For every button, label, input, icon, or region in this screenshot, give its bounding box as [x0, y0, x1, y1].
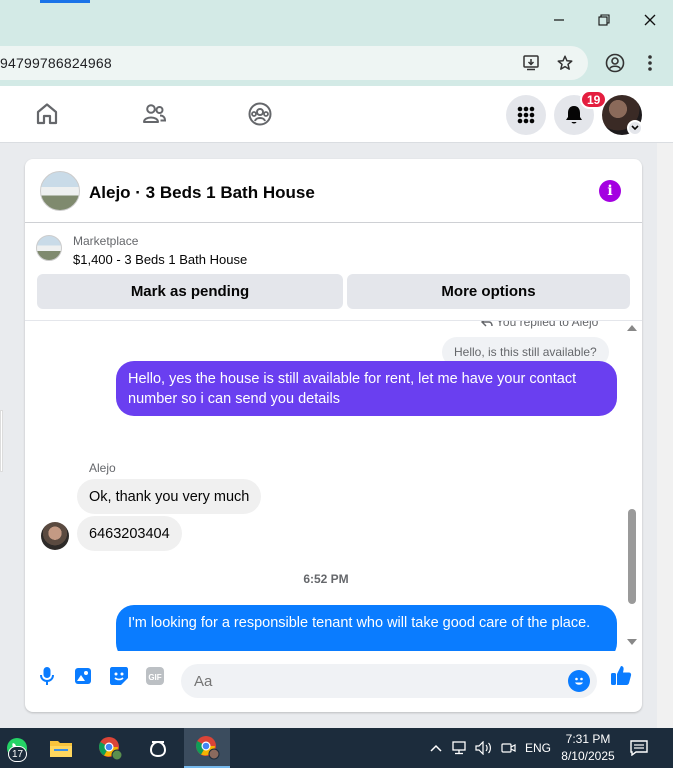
more-options-button[interactable]: More options: [347, 274, 630, 309]
whatsapp-icon[interactable]: 17: [0, 728, 40, 768]
time-separator: 6:52 PM: [303, 572, 349, 586]
restore-icon[interactable]: [591, 8, 617, 32]
emoji-icon[interactable]: [568, 670, 590, 692]
groups-icon[interactable]: [246, 100, 274, 128]
volume-icon[interactable]: [475, 738, 493, 758]
mark-as-pending-button[interactable]: Mark as pending: [37, 274, 343, 309]
thumbs-up-icon[interactable]: [609, 663, 633, 687]
file-explorer-icon[interactable]: [38, 728, 84, 768]
chevron-down-icon[interactable]: [627, 120, 643, 136]
whatsapp-badge: 17: [8, 746, 28, 762]
menu-dots-icon[interactable]: [640, 52, 660, 74]
info-icon[interactable]: i: [599, 180, 621, 202]
scroll-up-arrow[interactable]: [627, 325, 637, 331]
clock[interactable]: 7:31 PM 8/10/2025: [556, 731, 620, 765]
language-indicator[interactable]: ENG: [525, 741, 551, 755]
bookmark-star-icon[interactable]: [555, 53, 575, 73]
active-tab-indicator: [40, 0, 90, 3]
left-card-edge: [0, 410, 3, 472]
chat-header: Alejo · 3 Beds 1 Bath House i: [25, 159, 642, 223]
profile-icon[interactable]: [604, 52, 626, 74]
message-composer: GIF: [25, 651, 642, 712]
listing-source: Marketplace: [73, 234, 139, 248]
sticker-icon[interactable]: [108, 665, 130, 687]
message-input[interactable]: [181, 664, 597, 698]
reply-arrow-icon: [480, 321, 493, 327]
sender-avatar[interactable]: [41, 522, 69, 550]
clock-date: 8/10/2025: [561, 749, 615, 763]
chrome-profile-icon[interactable]: [87, 728, 133, 768]
incoming-message[interactable]: 6463203404: [77, 516, 182, 551]
copilot-icon[interactable]: [135, 728, 181, 768]
clock-time: 7:31 PM: [565, 732, 611, 746]
taskbar: 17 ENG 7:31 PM 8/10/2025: [0, 728, 673, 768]
facebook-top-nav: [0, 86, 673, 143]
menu-grid-icon[interactable]: [506, 95, 546, 135]
listing-avatar[interactable]: [40, 171, 80, 211]
message-list: You replied to Alejo Hello, is this stil…: [25, 321, 642, 651]
sender-name: Alejo: [89, 461, 116, 475]
listing-banner: Marketplace $1,400 - 3 Beds 1 Bath House…: [25, 223, 642, 321]
replied-note-text: You replied to Alejo: [496, 321, 599, 329]
omnibox[interactable]: 94799786824968: [0, 46, 588, 80]
image-icon[interactable]: [72, 665, 94, 687]
minimize-icon[interactable]: [546, 8, 572, 32]
chat-title[interactable]: Alejo · 3 Beds 1 Bath House: [89, 183, 315, 203]
microphone-icon[interactable]: [36, 665, 58, 687]
chat-window: Alejo · 3 Beds 1 Bath House i Marketplac…: [25, 159, 642, 712]
listing-thumbnail[interactable]: [36, 235, 62, 261]
install-app-icon[interactable]: [522, 53, 542, 73]
home-icon[interactable]: [33, 100, 61, 128]
browser-titlebar: [0, 0, 673, 40]
tray-chevron-up-icon[interactable]: [427, 738, 445, 758]
url-text[interactable]: 94799786824968: [0, 55, 112, 71]
message-scroll-thumb[interactable]: [628, 509, 636, 604]
outgoing-message[interactable]: Hello, yes the house is still available …: [116, 361, 617, 416]
address-bar-row: 94799786824968: [0, 40, 673, 86]
replied-note: You replied to Alejo: [480, 321, 599, 329]
outgoing-message[interactable]: I'm looking for a responsible tenant who…: [116, 605, 617, 651]
gif-label: GIF: [148, 673, 161, 682]
listing-title[interactable]: $1,400 - 3 Beds 1 Bath House: [73, 252, 247, 267]
close-icon[interactable]: [637, 8, 663, 32]
chrome-active-icon[interactable]: [184, 728, 230, 768]
notification-center-icon[interactable]: [630, 738, 648, 758]
friends-icon[interactable]: [140, 100, 168, 128]
scroll-down-arrow[interactable]: [627, 639, 637, 645]
network-icon[interactable]: [451, 738, 469, 758]
page-scrollbar[interactable]: [657, 143, 673, 728]
gif-icon[interactable]: GIF: [144, 665, 166, 687]
camera-tray-icon[interactable]: [499, 738, 517, 758]
incoming-message[interactable]: Ok, thank you very much: [77, 479, 262, 514]
